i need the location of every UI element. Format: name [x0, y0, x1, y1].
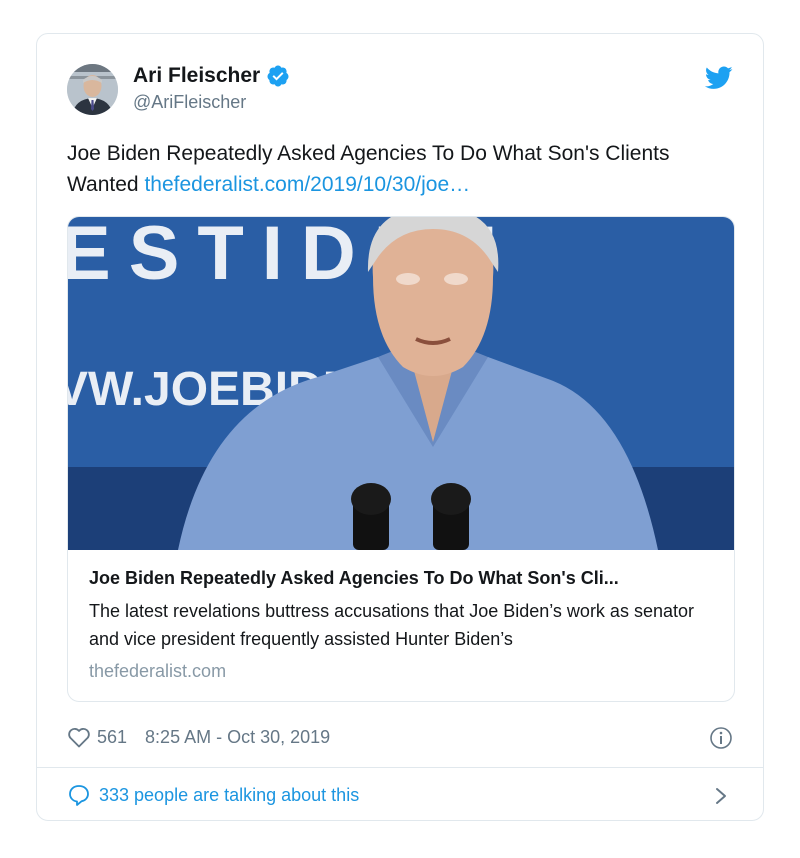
- divider: [37, 767, 763, 768]
- tweet-text: Joe Biden Repeatedly Asked Agencies To D…: [67, 138, 727, 200]
- author-handle[interactable]: @AriFleischer: [133, 92, 246, 113]
- card-description: The latest revelations buttress accusati…: [89, 601, 694, 649]
- speech-bubble-icon: [69, 785, 89, 806]
- card-title[interactable]: Joe Biden Repeatedly Asked Agencies To D…: [89, 565, 719, 591]
- card-image: ESTIDEN VW.JOEBIDEN.COM: [68, 217, 734, 550]
- tweet-link[interactable]: thefederalist.com/2019/10/30/joe…: [144, 173, 470, 196]
- conversation-text[interactable]: 333 people are talking about this: [99, 785, 359, 806]
- card-body: Joe Biden Repeatedly Asked Agencies To D…: [89, 565, 719, 684]
- like-count[interactable]: 561: [97, 727, 127, 748]
- author-name[interactable]: Ari Fleischer: [133, 64, 260, 88]
- heart-icon[interactable]: [67, 726, 91, 748]
- info-icon[interactable]: [709, 726, 733, 750]
- avatar-image: [67, 64, 118, 115]
- chevron-right-icon[interactable]: [713, 785, 729, 807]
- conversation-link[interactable]: 333 people are talking about this: [67, 783, 359, 807]
- tweet-card[interactable]: Ari Fleischer @AriFleischer Joe Biden Re…: [36, 33, 764, 821]
- author-avatar[interactable]: [67, 64, 118, 115]
- timestamp[interactable]: 8:25 AM - Oct 30, 2019: [145, 727, 330, 748]
- link-preview-card[interactable]: ESTIDEN VW.JOEBIDEN.COM Joe Biden Repeat…: [67, 216, 735, 702]
- card-domain: thefederalist.com: [89, 661, 227, 681]
- twitter-bird-icon[interactable]: [705, 66, 733, 90]
- author-name-row: Ari Fleischer: [133, 64, 290, 88]
- verified-badge-icon: [267, 65, 289, 87]
- tweet-meta: 561 8:25 AM - Oct 30, 2019: [67, 726, 330, 748]
